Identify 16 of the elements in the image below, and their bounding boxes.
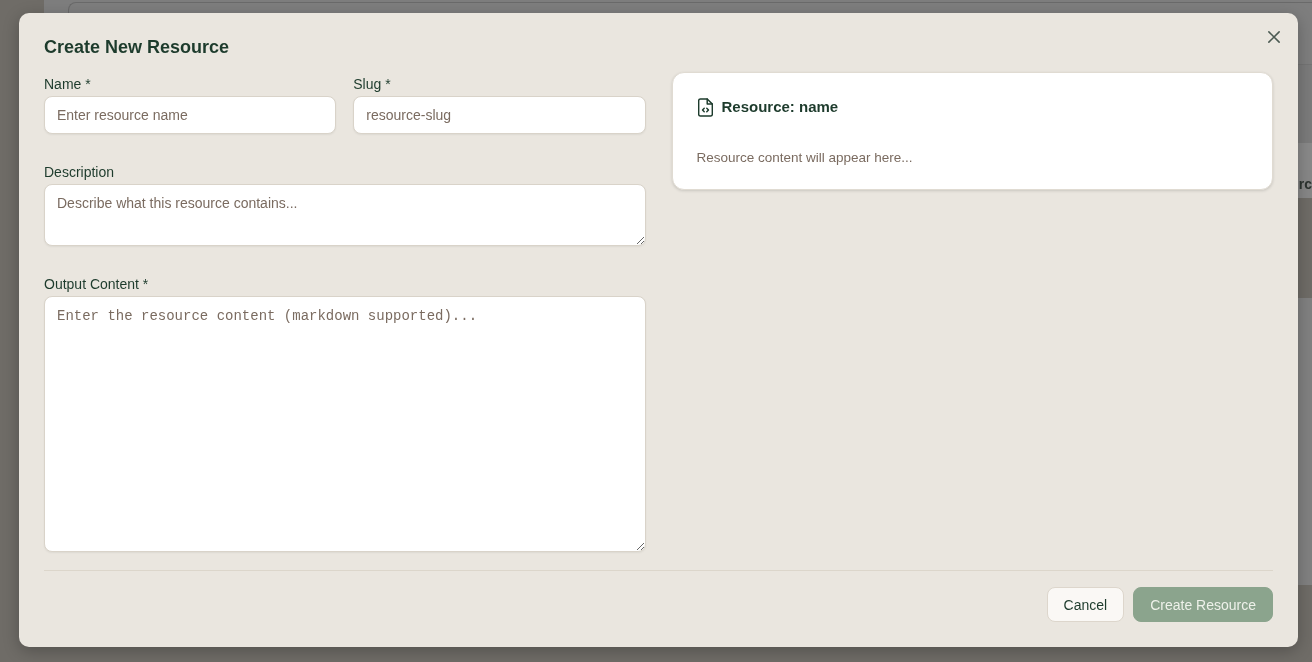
close-button[interactable] (1266, 29, 1282, 45)
preview-title: Resource: name (721, 97, 839, 117)
field-label: Slug * (353, 75, 391, 93)
field-label: Name * (44, 75, 91, 93)
close-icon (1268, 31, 1280, 43)
field-label: Description (44, 163, 115, 181)
field-label: Output Content * (44, 275, 149, 293)
cancel-button[interactable]: Cancel (1046, 587, 1125, 622)
code-file-icon (697, 97, 713, 117)
dialog-title: Create New Resource (44, 36, 230, 59)
preview-text: Resource content will appear here... (696, 149, 913, 167)
text-input-field[interactable]: resource-slug (353, 96, 646, 134)
text-input-field[interactable]: Enter resource name (44, 96, 337, 134)
code-editor-field[interactable]: Enter the resource content (markdown supported)... (44, 296, 646, 552)
text-area-field[interactable]: Describe what this resource contains... (44, 184, 646, 246)
cut-off-text: rc (1298, 176, 1312, 192)
